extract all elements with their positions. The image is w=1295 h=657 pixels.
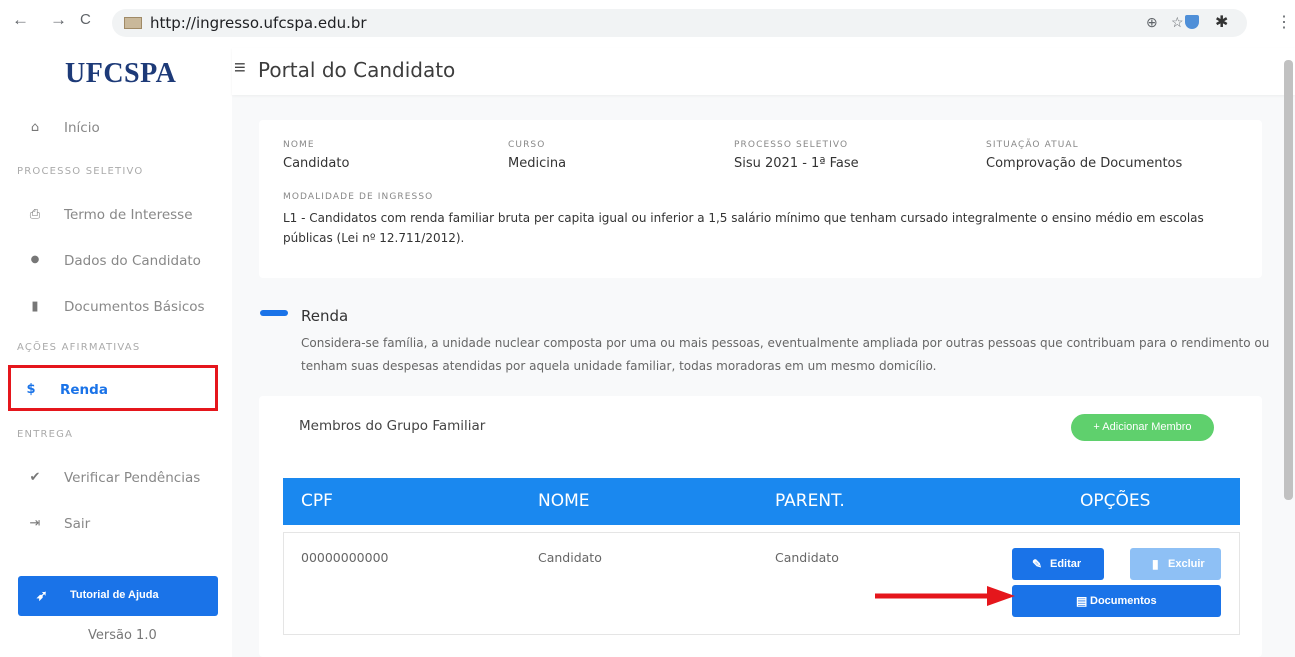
- main-content: ≡ Portal do Candidato NOME Candidato CUR…: [232, 48, 1295, 657]
- browser-menu-icon[interactable]: ⋮: [1276, 12, 1292, 32]
- column-header-cpf: CPF: [301, 491, 333, 511]
- zoom-icon[interactable]: ⊕: [1146, 14, 1158, 31]
- back-icon[interactable]: ←: [12, 10, 29, 30]
- add-member-button[interactable]: + Adicionar Membro: [1071, 414, 1214, 441]
- section-processo-seletivo: PROCESSO SELETIVO: [17, 166, 144, 177]
- section-acoes-afirmativas: AÇÕES AFIRMATIVAS: [17, 342, 141, 353]
- curso-value: Medicina: [508, 156, 567, 171]
- column-header-opcoes: OPÇÕES: [1080, 491, 1151, 511]
- section-entrega: ENTREGA: [17, 429, 74, 440]
- url-text[interactable]: http://ingresso.ufcspa.edu.br: [150, 14, 367, 32]
- user-icon: ●: [30, 254, 40, 265]
- address-bar[interactable]: http://ingresso.ufcspa.edu.br ⊕ ☆: [112, 9, 1247, 37]
- annotation-arrow-icon: [875, 586, 1015, 606]
- sidebar-item-inicio[interactable]: ⌂ Início: [0, 114, 232, 144]
- bookmark-star-icon[interactable]: ☆: [1171, 14, 1184, 31]
- app-version: Versão 1.0: [88, 628, 157, 643]
- sidebar-item-sair[interactable]: ⇥ Sair: [0, 510, 232, 540]
- section-accent-bar: [260, 310, 288, 316]
- sidebar-item-label: Dados do Candidato: [64, 253, 201, 269]
- home-icon: ⌂: [30, 120, 40, 135]
- candidate-info-card: NOME Candidato CURSO Medicina PROCESSO S…: [259, 120, 1262, 278]
- hamburger-menu-icon[interactable]: ≡: [234, 57, 246, 80]
- column-header-parentesco: PARENT.: [775, 491, 845, 511]
- situacao-value: Comprovação de Documentos: [986, 156, 1183, 171]
- renda-description: Considera-se família, a unidade nuclear …: [301, 336, 1270, 373]
- renda-section-title: Renda: [301, 307, 349, 325]
- table-row: 00000000000 Candidato Candidato ✎ Editar…: [283, 532, 1240, 635]
- cell-parentesco: Candidato: [775, 550, 839, 565]
- curso-label: CURSO: [508, 140, 546, 150]
- file-icon: ▮: [31, 299, 39, 314]
- nome-label: NOME: [283, 140, 315, 150]
- sidebar-item-label: Sair: [64, 516, 91, 532]
- ufcspa-logo[interactable]: UFCSPA: [65, 58, 176, 90]
- modalidade-label: MODALIDADE DE INGRESSO: [283, 192, 434, 202]
- sidebar-item-label: Termo de Interesse: [64, 207, 193, 223]
- documents-button[interactable]: ▤ Documentos: [1012, 585, 1221, 617]
- sidebar: UFCSPA ⌂ Início PROCESSO SELETIVO ⎙ Term…: [0, 48, 232, 657]
- page-title: Portal do Candidato: [258, 58, 456, 82]
- sidebar-item-label: Documentos Básicos: [64, 299, 205, 315]
- annotation-highlight-box: [8, 365, 218, 411]
- delete-button[interactable]: ▮ Excluir: [1130, 548, 1221, 580]
- rocket-icon: ➶: [36, 587, 48, 603]
- sidebar-item-documentos-basicos[interactable]: ▮ Documentos Básicos: [0, 293, 232, 323]
- documents-label: Documentos: [1090, 595, 1157, 607]
- site-favicon-icon: [124, 17, 142, 29]
- processo-label: PROCESSO SELETIVO: [734, 140, 849, 150]
- sidebar-item-label: Verificar Pendências: [64, 470, 201, 486]
- check-icon: ✔: [29, 470, 41, 485]
- column-header-nome: NOME: [538, 491, 590, 511]
- members-table-header: CPF NOME PARENT. OPÇÕES: [283, 478, 1240, 525]
- edit-icon: ✎: [1032, 557, 1043, 571]
- document-icon: ▤: [1076, 594, 1088, 608]
- trash-icon: ▮: [1152, 557, 1159, 571]
- top-header: ≡ Portal do Candidato: [232, 48, 1295, 95]
- members-card: Membros do Grupo Familiar + Adicionar Me…: [259, 396, 1262, 657]
- cell-cpf: 00000000000: [301, 550, 389, 565]
- printer-icon: ⎙: [29, 207, 41, 222]
- sidebar-item-label: Início: [64, 120, 100, 136]
- browser-toolbar: ← → C http://ingresso.ufcspa.edu.br ⊕ ☆ …: [0, 0, 1295, 48]
- logout-icon: ⇥: [29, 516, 41, 531]
- nome-value: Candidato: [283, 156, 350, 171]
- processo-value: Sisu 2021 - 1ª Fase: [734, 156, 859, 171]
- extensions-puzzle-icon[interactable]: ✱: [1215, 12, 1228, 32]
- sidebar-item-verificar-pendencias[interactable]: ✔ Verificar Pendências: [0, 464, 232, 494]
- members-title: Membros do Grupo Familiar: [299, 418, 486, 434]
- help-tutorial-button[interactable]: ➶ Tutorial de Ajuda: [18, 576, 218, 616]
- help-tutorial-label: Tutorial de Ajuda: [70, 589, 159, 601]
- edit-label: Editar: [1050, 558, 1082, 570]
- cell-nome: Candidato: [538, 550, 602, 565]
- sidebar-item-termo-de-interesse[interactable]: ⎙ Termo de Interesse: [0, 201, 232, 231]
- forward-icon[interactable]: →: [50, 10, 67, 30]
- situacao-label: SITUAÇÃO ATUAL: [986, 140, 1079, 150]
- reload-icon[interactable]: C: [80, 11, 91, 28]
- sidebar-item-dados-do-candidato[interactable]: ● Dados do Candidato: [0, 247, 232, 277]
- page-scrollbar[interactable]: [1284, 60, 1293, 500]
- delete-label: Excluir: [1168, 558, 1205, 570]
- edit-button[interactable]: ✎ Editar: [1012, 548, 1104, 580]
- extension-shield-icon[interactable]: [1185, 15, 1199, 29]
- modalidade-value: L1 - Candidatos com renda familiar bruta…: [283, 211, 1204, 245]
